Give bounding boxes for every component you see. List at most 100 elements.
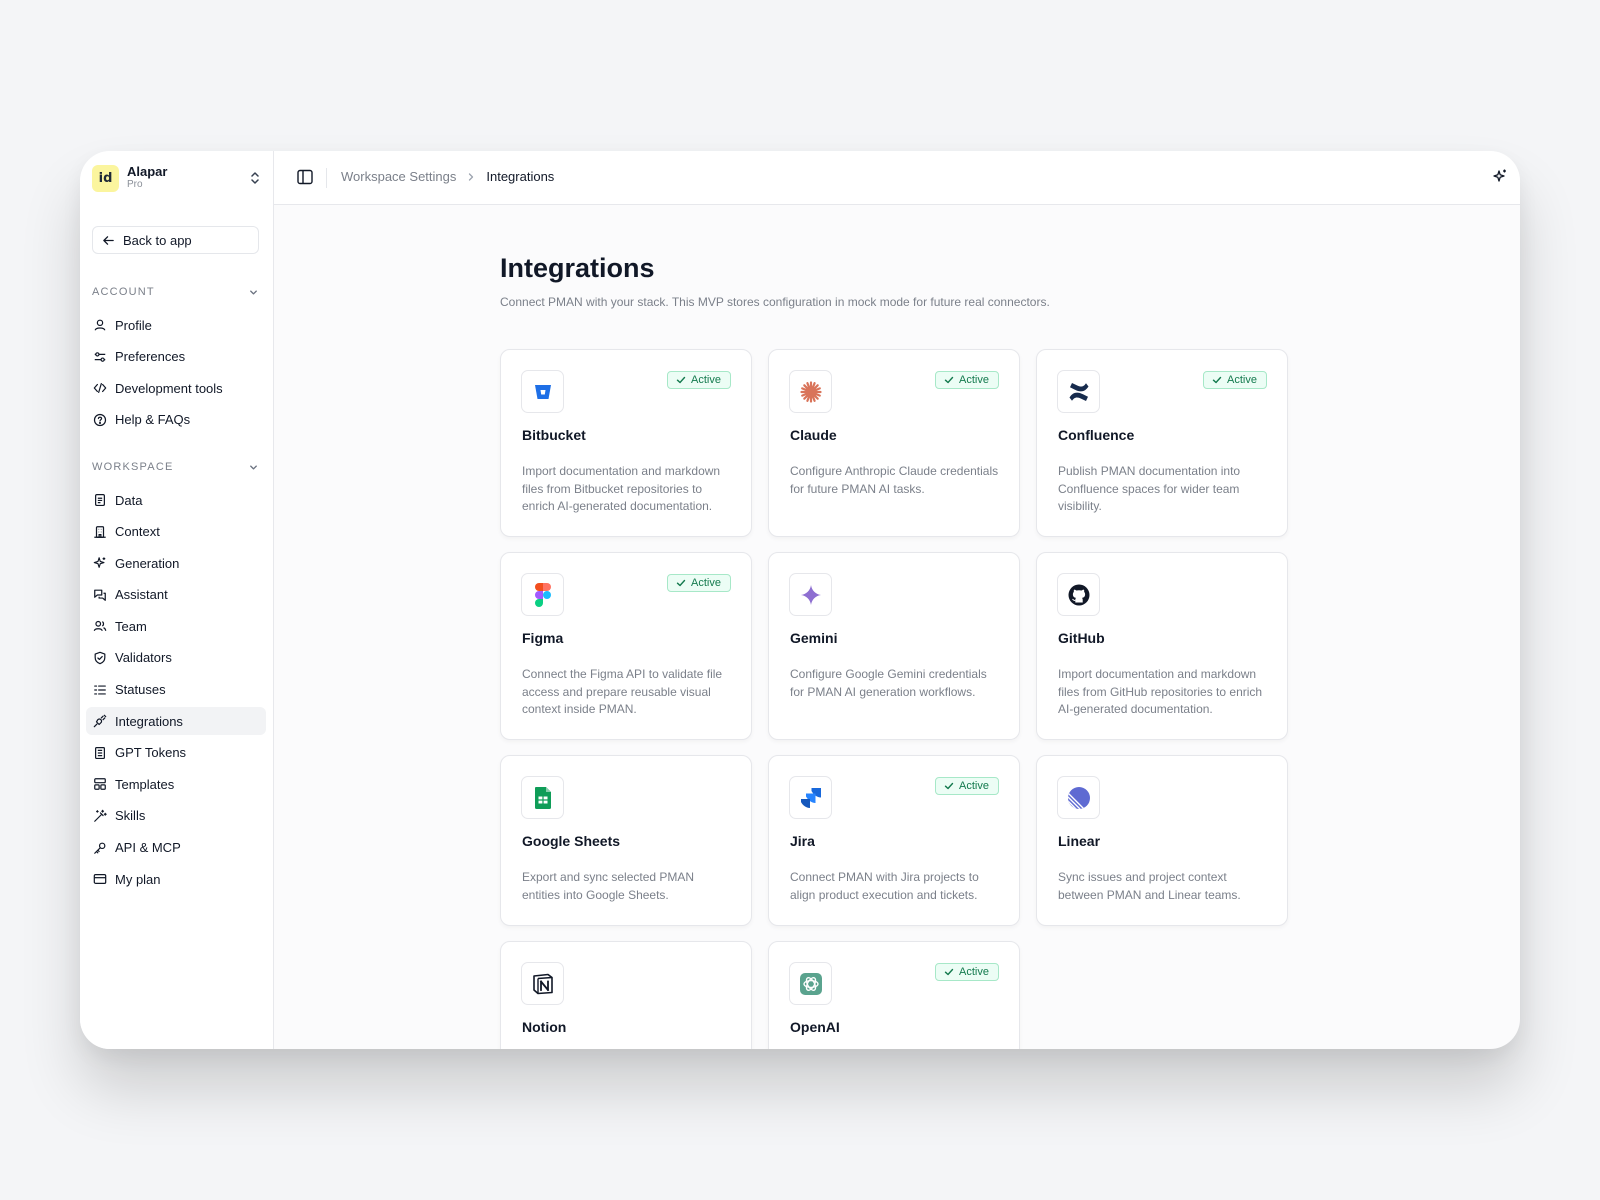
check-icon	[944, 376, 954, 384]
layout-icon	[94, 778, 106, 791]
top-bar: Workspace Settings Integrations	[274, 151, 1520, 205]
ai-sparkle-icon[interactable]	[1492, 168, 1510, 186]
chevron-right-icon	[466, 172, 476, 182]
sidebar: id Alapar Pro Back to app ACCOUNT Profil…	[80, 151, 274, 1049]
section-header-account[interactable]: ACCOUNT	[92, 284, 259, 300]
jira-icon	[789, 776, 832, 819]
topbar-divider	[326, 168, 327, 188]
account-nav: Profile Preferences Development tools He…	[86, 311, 266, 437]
integration-card-bitbucket[interactable]: Active Bitbucket Import documentation an…	[500, 349, 752, 537]
bitbucket-icon	[521, 370, 564, 413]
workspace-switcher[interactable]: id Alapar Pro	[92, 163, 262, 193]
integration-card-figma[interactable]: Active Figma Connect the Figma API to va…	[500, 552, 752, 740]
integration-description: Sync issues and project context between …	[1058, 870, 1241, 902]
breadcrumb-parent-link[interactable]: Workspace Settings	[341, 169, 456, 184]
integration-card-linear[interactable]: Linear Sync issues and project context b…	[1036, 755, 1288, 926]
integration-name: Gemini	[790, 630, 838, 646]
integrations-grid: Active Bitbucket Import documentation an…	[500, 349, 1300, 1049]
integration-description: Import documentation and markdown files …	[522, 464, 721, 513]
integration-description: Configure Google Gemini credentials for …	[790, 667, 987, 699]
integration-card-confluence[interactable]: Active Confluence Publish PMAN documenta…	[1036, 349, 1288, 537]
section-header-workspace[interactable]: WORKSPACE	[92, 459, 259, 475]
linear-icon	[1057, 776, 1100, 819]
receipt-icon	[95, 746, 105, 759]
sidebar-item-data[interactable]: Data	[86, 486, 266, 514]
openai-icon	[789, 962, 832, 1005]
chat-icon	[94, 589, 106, 601]
check-icon	[944, 782, 954, 790]
user-icon	[94, 319, 106, 331]
check-icon	[676, 579, 686, 587]
integration-card-google-sheets[interactable]: Google Sheets Export and sync selected P…	[500, 755, 752, 926]
sidebar-item-validators[interactable]: Validators	[86, 644, 266, 672]
sidebar-item-my-plan[interactable]: My plan	[86, 865, 266, 893]
integration-description: Connect PMAN with Jira projects to align…	[790, 870, 979, 902]
integration-card-github[interactable]: GitHub Import documentation and markdown…	[1036, 552, 1288, 740]
integration-card-claude[interactable]: Active Claude Configure Anthropic Claude…	[768, 349, 1020, 537]
gemini-icon	[789, 573, 832, 616]
integration-description: Connect the Figma API to validate file a…	[522, 667, 723, 716]
list-icon	[94, 685, 106, 695]
integration-description: Publish PMAN documentation into Confluen…	[1058, 464, 1241, 513]
arrow-left-icon	[103, 235, 114, 245]
integration-name: OpenAI	[790, 1019, 840, 1035]
check-icon	[1212, 376, 1222, 384]
wand-icon	[94, 809, 107, 822]
integration-name: Linear	[1058, 833, 1101, 849]
integration-name: Jira	[790, 833, 815, 849]
integration-card-gemini[interactable]: Gemini Configure Google Gemini credentia…	[768, 552, 1020, 740]
check-icon	[676, 376, 686, 384]
sidebar-item-context[interactable]: Context	[86, 518, 266, 546]
sidebar-item-templates[interactable]: Templates	[86, 770, 266, 798]
breadcrumb-current: Integrations	[486, 169, 555, 184]
sidebar-item-statuses[interactable]: Statuses	[86, 676, 266, 704]
integration-name: Claude	[790, 427, 837, 443]
sidebar-item-generation[interactable]: Generation	[86, 549, 266, 577]
integration-card-jira[interactable]: Active Jira Connect PMAN with Jira proje…	[768, 755, 1020, 926]
workspace-name: Alapar	[127, 164, 168, 179]
status-badge: Active	[935, 777, 999, 795]
sidebar-item-api-mcp[interactable]: API & MCP	[86, 834, 266, 862]
status-badge: Active	[1203, 371, 1267, 389]
sidebar-item-team[interactable]: Team	[86, 612, 266, 640]
check-icon	[944, 968, 954, 976]
credit-card-icon	[93, 874, 107, 885]
sidebar-item-integrations[interactable]: Integrations	[86, 707, 266, 736]
back-to-app-button[interactable]: Back to app	[92, 226, 259, 254]
chevrons-up-down-icon	[248, 169, 262, 187]
building-icon	[94, 525, 106, 538]
github-icon	[1057, 573, 1100, 616]
sidebar-item-gpt-tokens[interactable]: GPT Tokens	[86, 739, 266, 767]
integration-name: Notion	[522, 1019, 567, 1035]
sidebar-item-assistant[interactable]: Assistant	[86, 581, 266, 609]
back-to-app-label: Back to app	[123, 232, 192, 248]
help-circle-icon	[93, 413, 107, 426]
claude-icon	[789, 370, 832, 413]
chevron-down-icon	[250, 464, 257, 470]
sidebar-item-skills[interactable]: Skills	[86, 802, 266, 830]
integration-name: Google Sheets	[522, 833, 621, 849]
panel-toggle-icon[interactable]	[296, 168, 314, 186]
status-badge: Active	[667, 574, 731, 592]
sidebar-item-preferences[interactable]: Preferences	[86, 343, 266, 371]
workspace-logo: id	[92, 164, 119, 192]
sidebar-item-development-tools[interactable]: Development tools	[86, 374, 266, 402]
integration-card-openai[interactable]: Active OpenAI	[768, 941, 1020, 1049]
integration-description: Export and sync selected PMAN entities i…	[522, 870, 695, 902]
key-icon	[94, 842, 106, 854]
notion-icon	[521, 962, 564, 1005]
integration-name: Bitbucket	[522, 427, 586, 443]
status-badge: Active	[935, 371, 999, 389]
status-badge: Active	[935, 963, 999, 981]
sidebar-item-profile[interactable]: Profile	[86, 311, 266, 339]
sidebar-item-help-faqs[interactable]: Help & FAQs	[86, 406, 266, 434]
users-icon	[93, 621, 107, 632]
app-window: id Alapar Pro Back to app ACCOUNT Profil…	[80, 151, 1520, 1049]
integration-name: Figma	[522, 630, 564, 646]
integration-card-notion[interactable]: Notion	[500, 941, 752, 1049]
sliders-icon	[94, 351, 106, 362]
chevron-down-icon	[250, 289, 257, 295]
shield-check-icon	[94, 651, 106, 665]
section-title-workspace: WORKSPACE	[92, 461, 174, 473]
integration-description: Configure Anthropic Claude credentials f…	[790, 464, 999, 496]
